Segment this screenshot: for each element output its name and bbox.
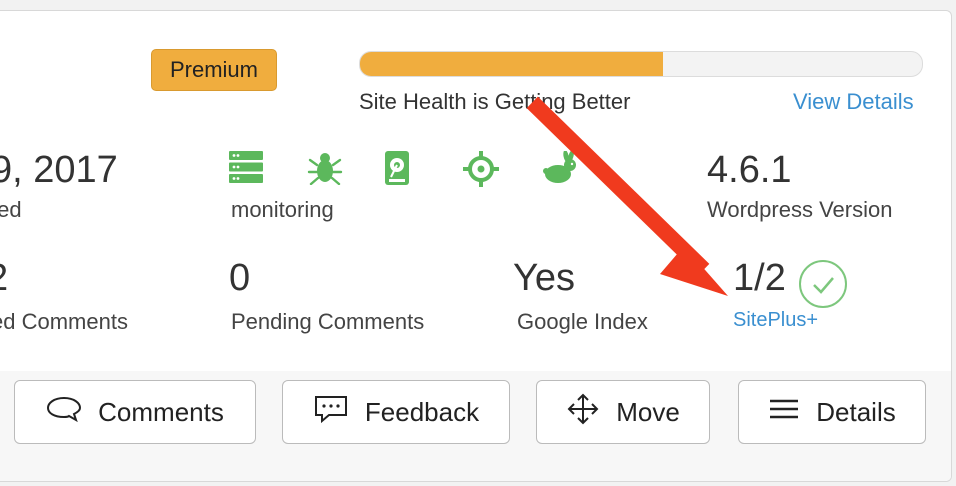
server-icon[interactable] — [229, 151, 307, 187]
google-index-value: Yes — [513, 257, 575, 299]
approved-comments-value: 2 — [0, 257, 8, 300]
site-health-progress-fill — [360, 52, 664, 76]
rabbit-icon[interactable] — [541, 151, 619, 187]
site-health-progress-bar — [359, 51, 923, 77]
premium-badge: Premium — [151, 49, 277, 91]
check-circle-icon — [799, 260, 847, 308]
feedback-icon — [313, 394, 365, 431]
siteplus-value: 1/2 — [733, 257, 786, 299]
move-arrows-icon — [566, 392, 616, 433]
menu-lines-icon — [768, 397, 816, 428]
details-button-label: Details — [816, 396, 896, 427]
date-label: ted — [0, 197, 22, 222]
drive-icon[interactable] — [385, 151, 463, 187]
site-health-status: Site Health is Getting Better — [359, 89, 631, 114]
bug-icon[interactable] — [307, 151, 385, 187]
move-button[interactable]: Move — [536, 380, 710, 444]
details-button[interactable]: Details — [738, 380, 926, 444]
monitoring-label: monitoring — [231, 197, 334, 222]
pending-comments-label: Pending Comments — [231, 309, 425, 334]
comments-button[interactable]: Comments — [14, 380, 256, 444]
monitoring-icons — [229, 151, 619, 187]
crosshair-icon[interactable] — [463, 151, 541, 187]
feedback-button-label: Feedback — [364, 396, 480, 427]
google-index-label: Google Index — [517, 309, 648, 334]
pending-comments-value: 0 — [229, 257, 251, 299]
date-value: 9, 2017 — [0, 149, 118, 191]
feedback-button[interactable]: Feedback — [282, 380, 510, 444]
chat-bubble-icon — [46, 395, 98, 430]
wordpress-version-label: Wordpress Version — [707, 197, 893, 222]
siteplus-link[interactable]: SitePlus+ — [733, 309, 818, 332]
view-details-link[interactable]: View Details — [793, 89, 914, 115]
comments-button-label: Comments — [98, 396, 224, 427]
move-button-label: Move — [616, 396, 680, 427]
approved-comments-label: ed Comments — [0, 309, 128, 334]
wordpress-version-value: 4.6.1 — [707, 149, 792, 191]
